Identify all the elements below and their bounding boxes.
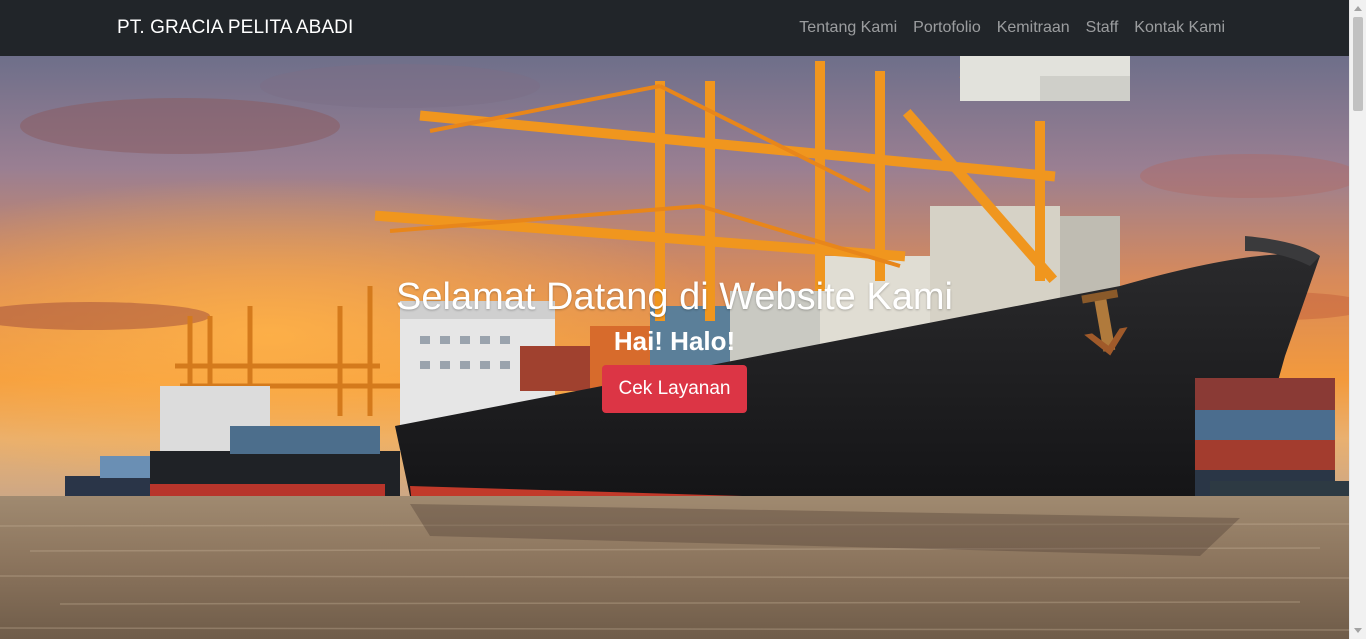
scroll-down-arrow-icon[interactable] <box>1354 628 1362 633</box>
nav-links: Tentang Kami Portofolio Kemitraan Staff … <box>799 17 1225 39</box>
cek-layanan-button[interactable]: Cek Layanan <box>601 365 748 413</box>
brand-logo-text[interactable]: PT. GRACIA PELITA ABADI <box>117 16 353 40</box>
nav-link-kontak-kami[interactable]: Kontak Kami <box>1134 17 1225 39</box>
hero-section: Selamat Datang di Website Kami Hai! Halo… <box>0 56 1349 639</box>
page-scrollbar[interactable] <box>1349 0 1366 639</box>
page: PT. GRACIA PELITA ABADI Tentang Kami Por… <box>0 0 1349 639</box>
hero-title: Selamat Datang di Website Kami <box>396 276 953 318</box>
nav-link-staff[interactable]: Staff <box>1086 17 1119 39</box>
hero-subtitle: Hai! Halo! <box>613 326 736 356</box>
scrollbar-thumb[interactable] <box>1353 17 1363 111</box>
nav-link-kemitraan[interactable]: Kemitraan <box>997 17 1070 39</box>
nav-link-portofolio[interactable]: Portofolio <box>913 17 981 39</box>
navbar: PT. GRACIA PELITA ABADI Tentang Kami Por… <box>0 0 1349 56</box>
nav-link-tentang-kami[interactable]: Tentang Kami <box>799 17 897 39</box>
scroll-up-arrow-icon[interactable] <box>1354 6 1362 11</box>
hero-content: Selamat Datang di Website Kami Hai! Halo… <box>0 274 1349 413</box>
